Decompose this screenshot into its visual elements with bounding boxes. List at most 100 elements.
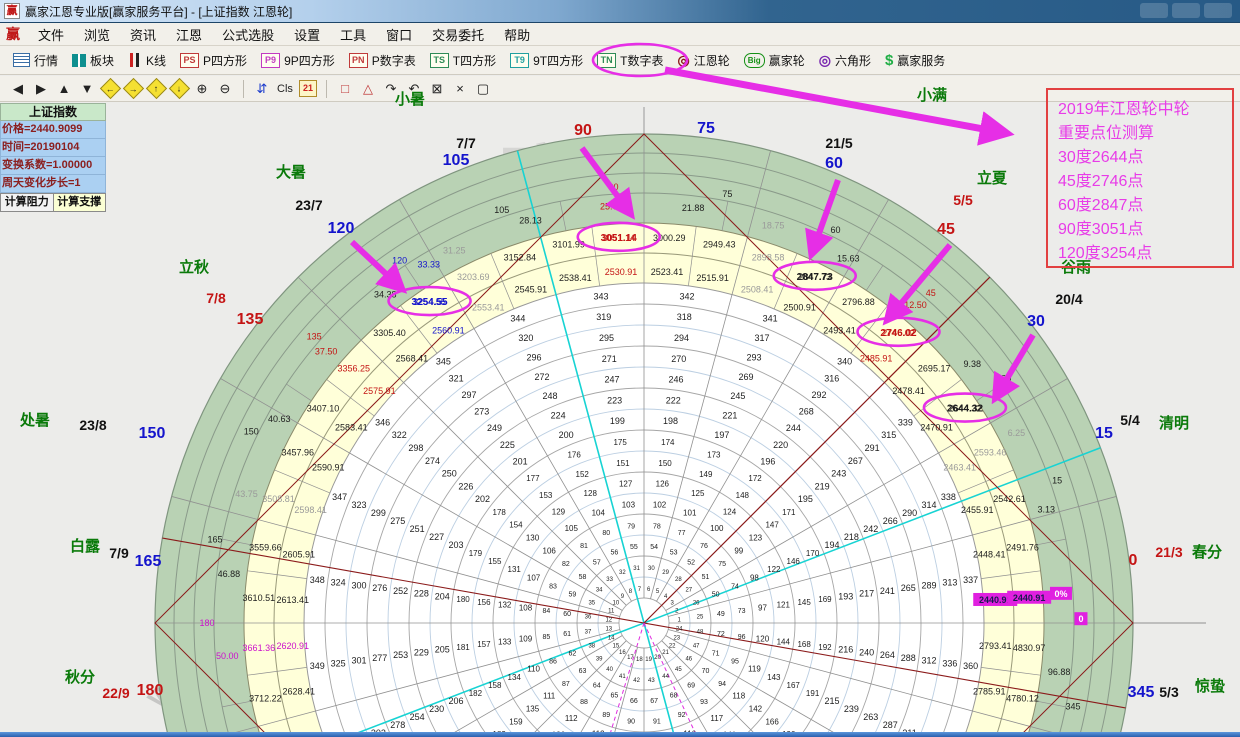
draw-tool-page-prev[interactable]: ◀ (8, 79, 28, 99)
svg-text:89: 89 (602, 712, 610, 719)
svg-text:99: 99 (734, 546, 743, 555)
svg-text:318: 318 (677, 312, 692, 322)
draw-tool-triangle-tool[interactable]: △ (358, 79, 378, 99)
svg-text:37.50: 37.50 (315, 347, 338, 357)
svg-text:46: 46 (685, 656, 692, 662)
toolbar-button-p-number-table[interactable]: PNP数字表 (342, 50, 423, 71)
svg-text:104: 104 (592, 509, 606, 518)
menu-item-1[interactable]: 浏览 (74, 25, 120, 44)
toolbar-button-hexagon[interactable]: ◎六角形 (812, 50, 878, 71)
svg-text:71: 71 (712, 651, 720, 658)
draw-tool-select-tool[interactable]: ▢ (473, 79, 493, 99)
draw-tool-zoom-in[interactable]: ⊕ (192, 79, 212, 99)
panel-title: 上证指数 (0, 103, 106, 121)
menu-item-3[interactable]: 江恩 (166, 25, 212, 44)
svg-text:147: 147 (765, 521, 779, 530)
draw-tool-page-next[interactable]: ▶ (31, 79, 51, 99)
draw-tool-cross-tool[interactable]: × (450, 79, 470, 99)
toolbar-button-quotes[interactable]: 行情 (6, 50, 65, 71)
outer-degree-label-15: 15 (1095, 425, 1113, 442)
draw-tool-rotate-ccw[interactable]: ↶ (404, 79, 424, 99)
svg-text:192: 192 (818, 643, 832, 652)
svg-text:35: 35 (588, 600, 595, 606)
svg-text:2530.91: 2530.91 (605, 267, 638, 277)
svg-text:148: 148 (736, 491, 750, 500)
toolbar-button-t-number-table[interactable]: TNT数字表 (590, 50, 670, 71)
annotation-line-3: 45度2746点 (1058, 170, 1232, 194)
draw-tool-cls[interactable]: Cls (275, 79, 295, 99)
draw-tool-pan-left[interactable]: ← (100, 79, 120, 99)
svg-text:2538.41: 2538.41 (559, 273, 592, 283)
svg-text:3508.81: 3508.81 (262, 494, 295, 504)
svg-text:133: 133 (498, 637, 512, 646)
svg-text:12.50: 12.50 (904, 300, 927, 310)
toolbar-button-9t-square[interactable]: T99T四方形 (503, 50, 590, 71)
outer-degree-label-0: 0 (1129, 552, 1138, 569)
svg-text:98: 98 (750, 573, 759, 582)
toolbar-button-winner-wheel[interactable]: Big赢家轮 (737, 50, 812, 71)
toolbar-button-9p-square[interactable]: P99P四方形 (254, 50, 342, 71)
toolbar-button-p-square[interactable]: PSP四方形 (173, 50, 254, 71)
outer-degree-label-345: 345 (1128, 684, 1155, 701)
svg-text:110: 110 (527, 665, 540, 674)
menu-item-8[interactable]: 交易委托 (422, 25, 494, 44)
candles-icon (128, 53, 142, 67)
svg-text:87: 87 (562, 681, 570, 688)
toolbar-label-kline: K线 (146, 52, 166, 69)
window-buttons[interactable] (1140, 3, 1232, 18)
svg-text:2568.41: 2568.41 (396, 353, 429, 363)
menu-item-2[interactable]: 资讯 (120, 25, 166, 44)
svg-text:4830.97: 4830.97 (1013, 643, 1046, 653)
menu-item-5[interactable]: 设置 (284, 25, 330, 44)
panel-button-1[interactable]: 计算支撑 (54, 193, 107, 212)
svg-text:295: 295 (599, 333, 614, 343)
draw-tool-scale-down[interactable]: ▼ (77, 79, 97, 99)
toolbar-button-winner-service[interactable]: $赢家服务 (878, 50, 952, 71)
svg-text:269: 269 (738, 372, 753, 382)
svg-text:150: 150 (658, 459, 672, 468)
menu-item-7[interactable]: 窗口 (376, 25, 422, 44)
svg-text:170: 170 (806, 549, 820, 558)
taskbar[interactable] (0, 732, 1240, 737)
svg-text:247: 247 (604, 375, 619, 385)
svg-text:3051.14: 3051.14 (602, 233, 635, 243)
draw-tool-pan-right[interactable]: → (123, 79, 143, 99)
draw-tool-pan-down[interactable]: ↓ (169, 79, 189, 99)
toolbar-button-gann-wheel[interactable]: ◎江恩轮 (670, 50, 736, 71)
svg-text:150: 150 (244, 426, 259, 436)
svg-text:41: 41 (619, 674, 626, 680)
svg-text:193: 193 (838, 591, 853, 601)
menu-item-0[interactable]: 文件 (28, 25, 74, 44)
svg-text:265: 265 (901, 583, 916, 593)
svg-text:201: 201 (513, 457, 528, 467)
svg-text:178: 178 (493, 508, 507, 517)
draw-tool-scale-up[interactable]: ▲ (54, 79, 74, 99)
svg-text:42: 42 (633, 678, 640, 684)
toolbar-button-sectors[interactable]: 板块 (65, 50, 121, 71)
draw-tool-rect-tool[interactable]: □ (335, 79, 355, 99)
svg-text:2620.91: 2620.91 (276, 641, 309, 651)
draw-tool-pan-up[interactable]: ↑ (146, 79, 166, 99)
p-number-table-icon: PN (349, 53, 368, 68)
draw-tool-zoom-out[interactable]: ⊖ (215, 79, 235, 99)
panel-button-0[interactable]: 计算阻力 (0, 193, 54, 212)
svg-text:61: 61 (563, 631, 571, 638)
svg-text:120: 120 (756, 635, 770, 644)
svg-text:319: 319 (596, 312, 611, 322)
draw-tool-rotate-cw[interactable]: ↷ (381, 79, 401, 99)
menu-item-9[interactable]: 帮助 (494, 25, 540, 44)
draw-tool-t-updown[interactable]: ⇵ (252, 79, 272, 99)
menu-item-4[interactable]: 公式选股 (212, 25, 284, 44)
svg-text:323: 323 (351, 500, 366, 510)
toolbar-button-kline[interactable]: K线 (121, 50, 173, 71)
menu-item-6[interactable]: 工具 (330, 25, 376, 44)
svg-text:60: 60 (831, 225, 841, 235)
draw-tool-calendar[interactable]: 21 (298, 79, 318, 99)
draw-tool-box-x-tool[interactable]: ⊠ (427, 79, 447, 99)
svg-text:360: 360 (963, 661, 978, 671)
svg-text:36: 36 (585, 615, 592, 621)
toolbar-button-t-square[interactable]: TST四方形 (423, 50, 503, 71)
solar-term-label: 处暑 (19, 411, 50, 429)
svg-text:3661.36: 3661.36 (243, 643, 276, 653)
solar-term-label: 白露 (70, 537, 101, 555)
